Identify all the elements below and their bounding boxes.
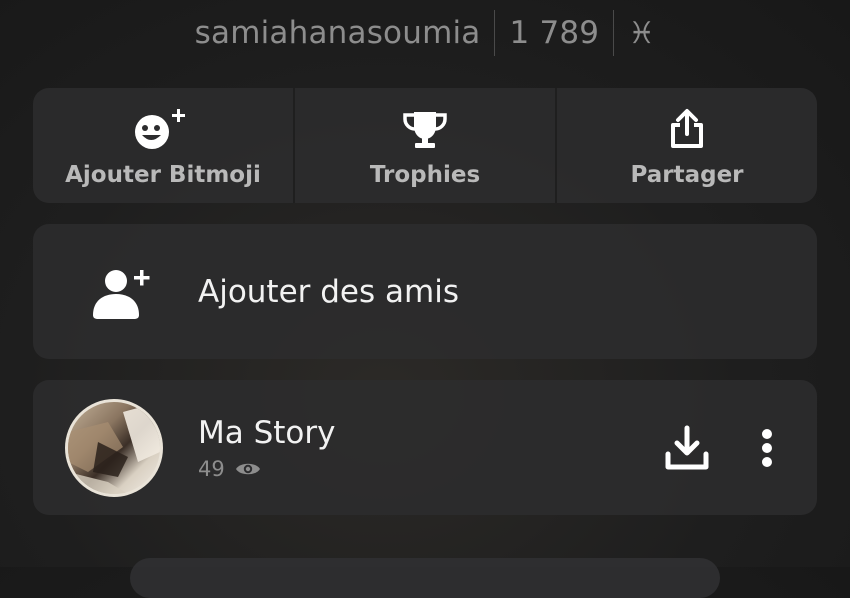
story-title: Ma Story [198,414,336,451]
view-count: 49 [198,456,225,481]
trophies-label: Trophies [369,161,481,188]
add-bitmoji-icon [132,104,194,150]
add-bitmoji-button[interactable]: Ajouter Bitmoji [33,88,293,203]
story-info: Ma Story 49 [198,415,336,481]
add-bitmoji-label: Ajouter Bitmoji [65,161,261,188]
share-button[interactable]: Partager [555,88,817,203]
profile-header: samiahanasoumia 1 789 ♓ [0,0,850,66]
profile-actions-card: Ajouter Bitmoji Trophies Partager [33,88,817,203]
divider [494,10,496,56]
story-views[interactable]: 49 [198,457,336,481]
divider [613,10,615,56]
story-thumbnail[interactable] [65,398,163,497]
partial-card[interactable] [130,558,720,598]
username[interactable]: samiahanasoumia [195,15,481,51]
trophy-icon [401,104,449,150]
share-label: Partager [630,161,744,188]
story-actions [663,424,817,472]
download-icon[interactable] [663,424,711,472]
snap-score[interactable]: 1 789 [509,15,599,51]
trophies-button[interactable]: Trophies [293,88,555,203]
zodiac-sign[interactable]: ♓ [628,16,655,51]
my-story-row[interactable]: Ma Story 49 [33,380,817,515]
share-icon [667,104,707,150]
add-friends-label: Ajouter des amis [198,273,459,310]
eye-icon [235,461,261,477]
add-friend-icon [90,265,160,319]
add-friends-row[interactable]: Ajouter des amis [33,224,817,359]
more-options-icon[interactable] [761,428,773,468]
